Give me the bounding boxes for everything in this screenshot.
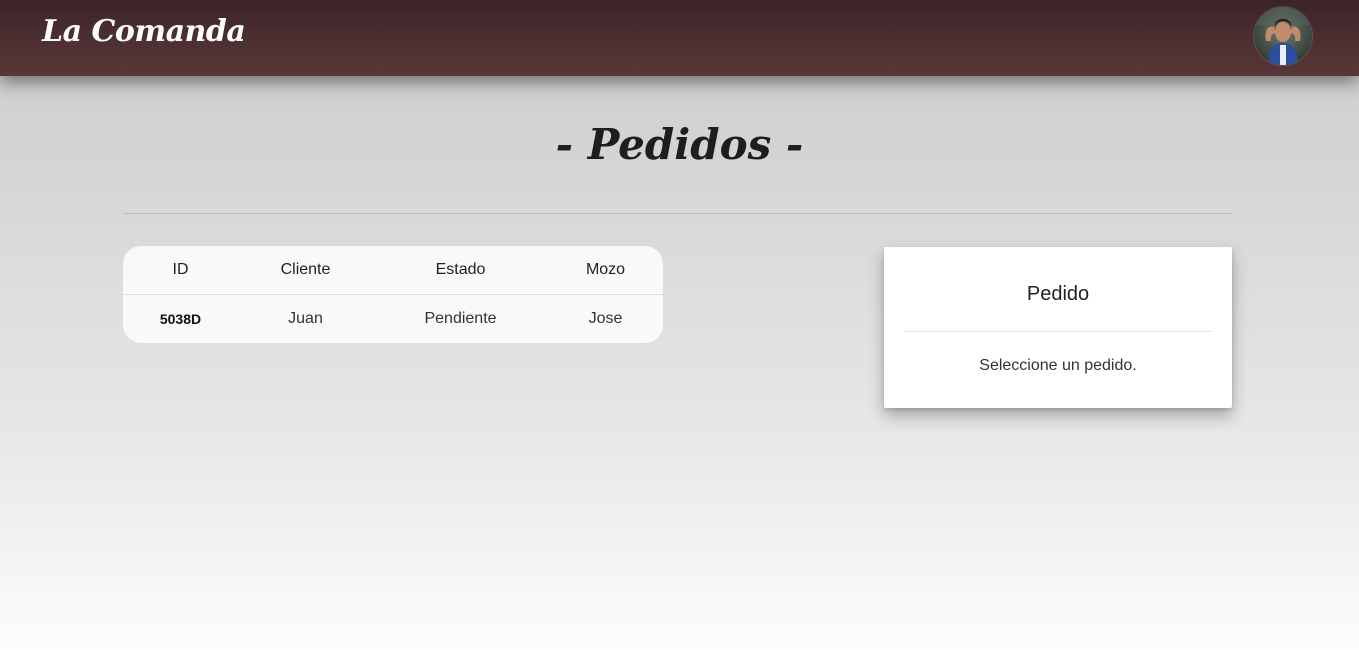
user-avatar-icon[interactable] [1254,7,1312,65]
brand-logo[interactable]: La Comanda [42,14,246,49]
table-row[interactable]: 5038D Juan Pendiente Jose [123,295,663,343]
column-header-mozo: Mozo [548,246,663,295]
cell-id: 5038D [159,310,202,327]
order-detail-card: Pedido Seleccione un pedido. [884,247,1232,408]
column-header-estado: Estado [373,246,548,295]
column-header-id: ID [123,246,238,295]
cell-estado: Pendiente [424,309,497,327]
orders-table: ID Cliente Estado Mozo 5038D Juan Pendie… [123,246,663,343]
cell-mozo: Jose [588,309,623,327]
cell-cliente: Juan [288,309,323,327]
empty-state-message: Seleccione un pedido. [979,357,1137,374]
column-header-cliente: Cliente [238,246,373,295]
table-header-row: ID Cliente Estado Mozo [123,246,663,295]
top-navbar: La Comanda [0,0,1359,76]
avatar-photo [1254,7,1312,65]
card-divider [904,331,1212,332]
section-divider [123,213,1233,214]
card-title: Pedido [1026,283,1090,305]
page-title: - Pedidos - [555,120,804,169]
